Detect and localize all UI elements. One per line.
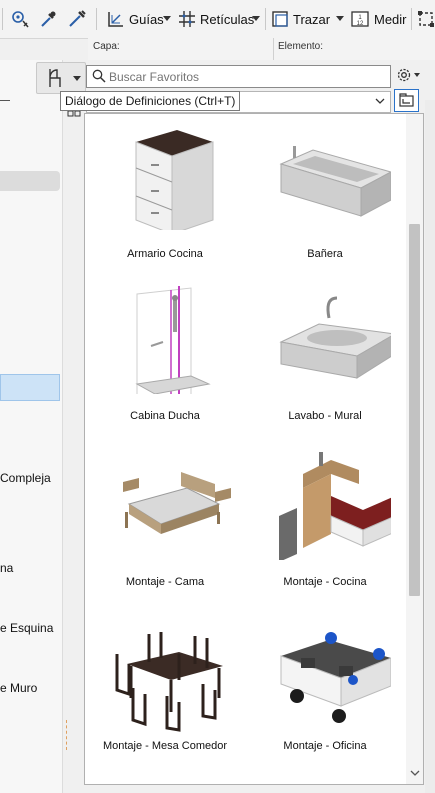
right-edge-panel [425,100,435,793]
toolbar-separator [265,8,266,30]
left-panel: Compleja na e Esquina e Muro [0,60,67,793]
favorite-label: Montaje - Cama [125,576,205,588]
toolbar-separator [411,8,412,30]
panel-tick [0,100,10,101]
toolbar-separator [2,8,3,30]
trace-icon[interactable] [270,9,290,29]
inject-parameters-icon[interactable] [67,9,87,29]
snap-point-icon[interactable] [10,9,30,29]
left-panel-item-label[interactable]: na [0,561,13,575]
guides-dropdown-caret[interactable] [163,16,171,21]
office-set-icon [280,632,391,723]
chevron-down-icon [414,73,420,77]
gear-icon [397,68,411,82]
favorite-label: Armario Cocina [127,248,203,260]
left-panel-selected-item[interactable] [0,374,60,401]
settings-dialog-icon [399,93,414,107]
favorites-panel: Armario Cocina Bañera Cabina Ducha Lavab… [84,113,424,785]
orange-marker [66,720,77,750]
guides-button[interactable]: Guías [129,12,164,27]
shower-cabin-icon [135,286,211,394]
left-panel-item[interactable] [0,171,60,191]
chevron-down-icon [73,76,81,81]
left-panel-item-label[interactable]: e Muro [0,681,37,695]
scrollbar-thumb[interactable] [409,224,420,596]
favorite-item[interactable]: Montaje - Mesa Comedor [85,612,245,774]
favorite-item[interactable]: Montaje - Oficina [245,612,405,774]
favorite-item[interactable]: Montaje - Cama [85,446,245,608]
favorite-label: Cabina Ducha [130,410,200,422]
search-input[interactable] [109,66,384,87]
trace-dropdown-caret[interactable] [336,16,344,21]
info-row: Capa: Elemento: [88,38,435,60]
grid-icon[interactable] [177,9,197,29]
bed-set-icon [123,472,231,534]
grids-dropdown-caret[interactable] [252,16,260,21]
dining-table-set-icon [115,632,223,732]
favorite-label: Montaje - Mesa Comedor [102,740,228,752]
eyedropper-icon[interactable] [38,9,58,29]
favorite-item[interactable]: Armario Cocina [85,114,245,276]
kitchen-set-icon [279,452,391,560]
favorite-item[interactable]: Lavabo - Mural [245,280,405,442]
wall-sink-icon [279,296,391,379]
favorite-label: Montaje - Cocina [283,576,367,588]
element-label: Elemento: [278,41,324,52]
favorite-item[interactable]: Bañera [245,114,405,276]
layer-label: Capa: [93,41,120,52]
measure-icon[interactable]: 1 12 [350,9,370,29]
toolbar: Guías Retículas Trazar 1 12 Medir [0,0,435,39]
favorite-label: Bañera [307,248,343,260]
trace-button[interactable]: Trazar [293,12,330,27]
svg-text:12: 12 [357,21,364,27]
toolbar-separator [96,8,97,30]
favorites-options-button[interactable] [392,64,422,86]
chevron-down-icon [375,98,385,104]
bathtub-icon [279,146,391,217]
favorites-search[interactable] [86,65,391,88]
favorite-item[interactable]: Montaje - Cocina [245,446,405,608]
settings-dialog-button[interactable] [394,89,419,112]
kitchen-cabinet-icon [135,130,214,230]
chair-icon [49,69,61,87]
guides-icon[interactable] [106,9,126,29]
measure-button[interactable]: Medir [374,12,407,27]
info-divider [273,38,274,60]
favorite-label: Lavabo - Mural [288,410,362,422]
scroll-down-icon[interactable] [410,770,420,777]
favorite-item[interactable]: Cabina Ducha [85,280,245,442]
search-icon [92,69,106,83]
favorite-label: Montaje - Oficina [283,740,367,752]
left-panel-item-label[interactable]: Compleja [0,471,51,485]
object-settings-button[interactable] [36,62,86,94]
tooltip: Diálogo de Definiciones (Ctrl+T) [60,91,241,111]
zoom-fit-icon[interactable] [416,9,435,29]
left-panel-item-label[interactable]: e Esquina [0,621,53,635]
grids-button[interactable]: Retículas [200,12,254,27]
